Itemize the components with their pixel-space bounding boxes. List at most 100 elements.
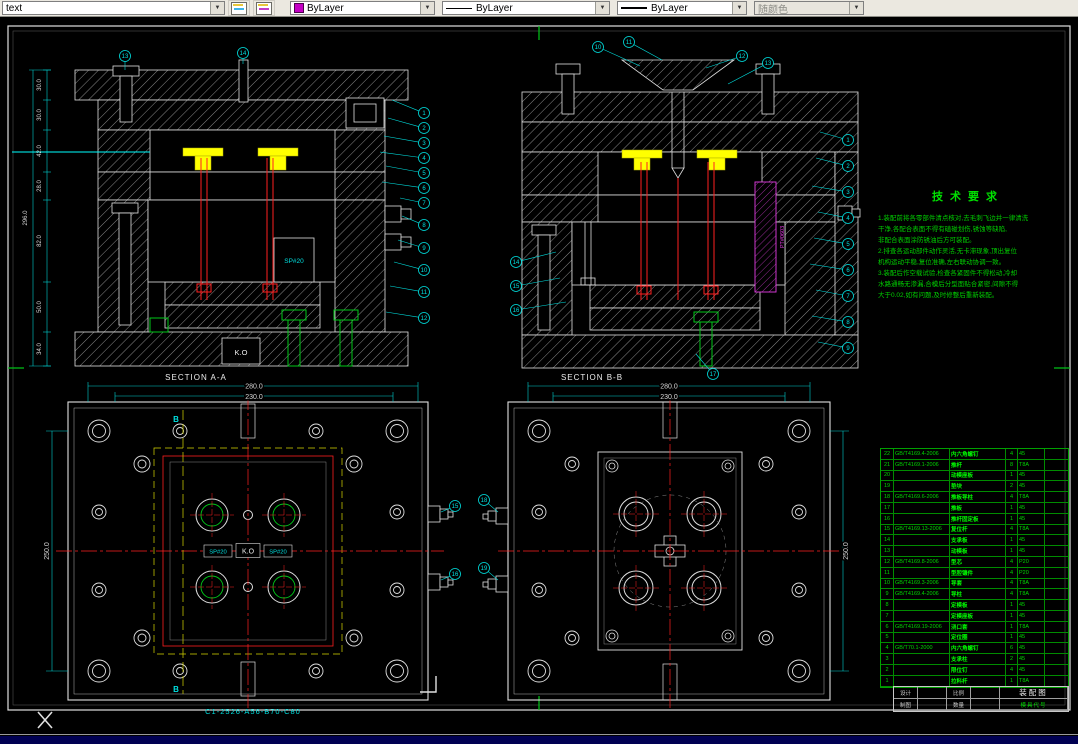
- text-style-combo[interactable]: text ▼: [2, 1, 225, 15]
- plate-thickness-dim: 82.0: [37, 235, 43, 247]
- section-a-title: SECTION A-A: [165, 373, 227, 382]
- parts-table-cell: [894, 535, 950, 547]
- parts-table-row: 11 型腔镶件 4 P20: [881, 567, 1068, 579]
- parts-table-cell: 内六角螺钉: [950, 643, 1006, 655]
- tech-requirement-line: 非配合表面涂防锈油后方可装配。: [878, 237, 976, 244]
- parts-table-cell: 17: [881, 502, 894, 514]
- section-a-total-dim: 296.0: [23, 210, 29, 226]
- layer-manager-button[interactable]: [228, 0, 250, 16]
- tech-requirement-line: 机构运动平稳,复位准确,左右联动协调一致。: [878, 259, 1006, 266]
- parts-table-cell: 1: [1006, 621, 1018, 633]
- chevron-down-icon[interactable]: ▼: [732, 2, 746, 14]
- svg-text:16: 16: [452, 572, 459, 578]
- parts-table-cell: 45: [1018, 664, 1045, 676]
- parts-table-cell: 13: [881, 546, 894, 557]
- plate-thickness-dim: 30.0: [37, 79, 43, 91]
- color-combo[interactable]: ByLayer ▼: [290, 1, 435, 15]
- parts-table-cell: T8A: [1018, 459, 1045, 471]
- ko-center-label: K.O: [242, 549, 255, 556]
- parts-table-row: 22 GB/T4169.4-2006 内六角螺钉 4 45: [881, 449, 1068, 460]
- parts-table-cell: [1045, 622, 1068, 633]
- parts-table-cell: GB/T4169.3-2006: [894, 578, 950, 590]
- title-block-draw-label: 制图: [894, 699, 918, 711]
- parts-table-cell: 22: [881, 449, 894, 460]
- parts-table-cell: 复位杆: [950, 524, 1006, 536]
- plate-thickness-dim: 50.0: [37, 301, 43, 313]
- parts-table-row: 1 拉料杆 1 T8A: [881, 675, 1068, 687]
- parts-table-cell: 型芯: [950, 556, 1006, 568]
- parts-table-cell: 1: [1006, 513, 1018, 525]
- layer-states-button[interactable]: [253, 0, 275, 16]
- parts-table-cell: GB/T4169.1-2006: [894, 459, 950, 471]
- parts-table-cell: 限位钉: [950, 664, 1006, 676]
- lineweight-sample-icon: [621, 7, 647, 9]
- parts-table-cell: 1: [1006, 610, 1018, 622]
- section-b-title: SECTION B-B: [561, 373, 623, 382]
- svg-text:11: 11: [626, 40, 633, 46]
- parts-table-cell: 7: [881, 610, 894, 622]
- parts-table-cell: 浇口套: [950, 621, 1006, 633]
- svg-text:13: 13: [765, 61, 772, 67]
- parts-table-cell: [894, 470, 950, 482]
- title-block-cell: [918, 687, 947, 699]
- parts-table-cell: 4: [1006, 578, 1018, 590]
- parts-table-cell: P20: [1018, 567, 1045, 579]
- parts-table-row: 10 GB/T4169.3-2006 导套 4 T8A: [881, 578, 1068, 590]
- parts-table-cell: 11: [881, 567, 894, 579]
- parts-table-cell: 支承板: [950, 535, 1006, 547]
- parts-table-cell: P20: [1018, 556, 1045, 568]
- parts-table-row: 4 GB/T70.1-2000 内六角螺钉 6 45: [881, 643, 1068, 655]
- parts-table-cell: [1045, 525, 1068, 536]
- parts-table-cell: 动模座板: [950, 470, 1006, 482]
- linetype-combo[interactable]: ByLayer ▼: [442, 1, 610, 15]
- parts-table-cell: [1045, 611, 1068, 622]
- parts-table-cell: [1045, 492, 1068, 503]
- chevron-down-icon[interactable]: ▼: [210, 2, 224, 14]
- parts-table-cell: 1: [1006, 600, 1018, 611]
- parts-table-cell: [1045, 449, 1068, 460]
- svg-text:10: 10: [595, 45, 602, 51]
- parts-table-row: 19 垫块 2 45: [881, 481, 1068, 493]
- parts-table-cell: 18: [881, 492, 894, 503]
- parts-table-cell: 45: [1018, 470, 1045, 482]
- parts-table-cell: 4: [1006, 589, 1018, 601]
- parts-table-cell: 4: [1006, 524, 1018, 536]
- parts-table-row: 21 GB/T4169.1-2006 推杆 8 T8A: [881, 459, 1068, 471]
- chevron-down-icon[interactable]: ▼: [595, 2, 609, 14]
- support-pillar-label: SP#20: [284, 258, 304, 265]
- plate-thickness-dim: 34.0: [37, 343, 43, 355]
- parts-table-cell: [1045, 643, 1068, 655]
- parts-table-cell: [1045, 665, 1068, 676]
- svg-text:16: 16: [513, 308, 520, 314]
- mold-base-code: C1-2526-A56-B70-C80: [205, 707, 301, 716]
- parts-table-row: 13 动模板 1 45: [881, 546, 1068, 557]
- parts-table-cell: 45: [1018, 600, 1045, 611]
- technical-requirements: 技术要求 1.装配前将各零部件清点核对,去毛刺飞边并一律清洗 干净,各配合表面不得…: [878, 188, 1058, 301]
- parts-table-cell: 推杆: [950, 459, 1006, 471]
- parts-table-cell: GB/T4169.13-2006: [894, 524, 950, 536]
- tech-requirement-line: 2.排查各运动部件动作灵活,无卡滞现象,顶出复位: [878, 248, 1018, 255]
- section-marker-top: B: [173, 415, 179, 424]
- svg-text:13: 13: [122, 54, 129, 60]
- title-block-cell: [971, 687, 1000, 699]
- parts-table-row: 3 支承柱 2 45: [881, 654, 1068, 665]
- parts-table-cell: 45: [1018, 502, 1045, 514]
- tech-requirement-line: 1.装配前将各零部件清点核对,去毛刺飞边并一律清洗: [878, 215, 1029, 222]
- parts-table-row: 9 GB/T4169.4-2006 导柱 4 T8A: [881, 589, 1068, 601]
- chevron-down-icon[interactable]: ▼: [420, 2, 434, 14]
- parts-table-cell: 定模板: [950, 600, 1006, 611]
- parts-table-cell: [1045, 633, 1068, 644]
- parts-table-cell: [1045, 600, 1068, 611]
- lineweight-value: ByLayer: [651, 2, 688, 14]
- parts-table-cell: 45: [1018, 535, 1045, 547]
- parts-table-cell: 型腔镶件: [950, 567, 1006, 579]
- svg-text:12: 12: [739, 54, 746, 60]
- lineweight-combo[interactable]: ByLayer ▼: [617, 1, 747, 15]
- parts-table-cell: 1: [1006, 502, 1018, 514]
- angle-pin-label: PT#0603: [780, 226, 786, 248]
- parts-table-cell: 1: [1006, 675, 1018, 687]
- parts-table-cell: 15: [881, 524, 894, 536]
- parts-table-cell: [894, 654, 950, 665]
- parts-table-cell: 导套: [950, 578, 1006, 590]
- parts-table-cell: 1: [1006, 535, 1018, 547]
